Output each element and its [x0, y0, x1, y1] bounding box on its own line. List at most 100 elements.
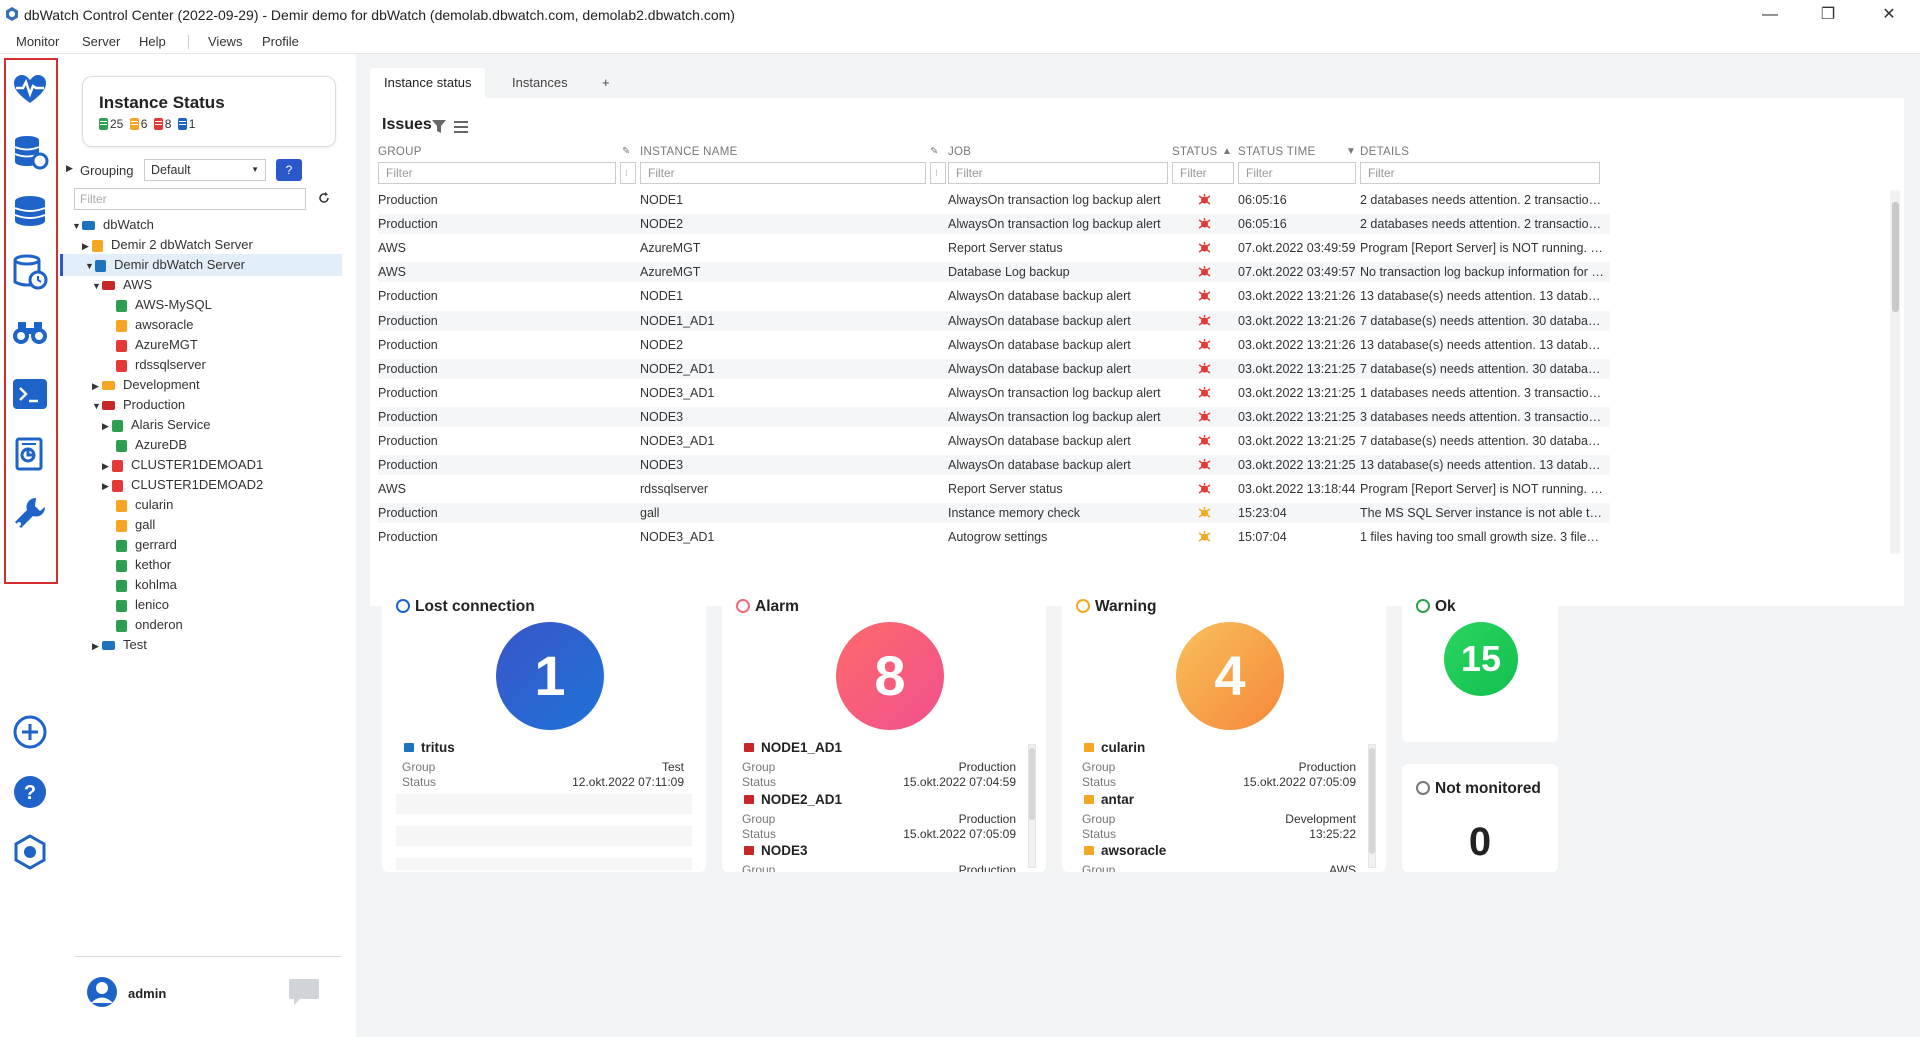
tree-node-development[interactable]: ▶ Development [92, 374, 200, 396]
grouping-expand-icon[interactable]: ▶ [66, 163, 73, 174]
refresh-icon[interactable] [318, 192, 330, 204]
table-row[interactable]: AWS AzureMGT Report Server status 07.okt.20… [378, 238, 1610, 258]
edit-column-icon[interactable]: ✎ [622, 146, 631, 157]
maximize-button[interactable]: ❐ [1813, 4, 1843, 26]
col-header-instance[interactable]: INSTANCE NAME [640, 146, 738, 158]
list-item-name[interactable]: NODE3 [744, 843, 808, 858]
tree-filter-input[interactable]: Filter [74, 188, 306, 210]
add-circle-icon[interactable] [10, 712, 50, 752]
filter-group-input[interactable]: Filter [378, 162, 616, 184]
grouping-select[interactable]: Default ▼ [144, 159, 266, 181]
list-item-name[interactable]: awsoracle [1084, 843, 1166, 858]
terminal-icon[interactable] [10, 374, 50, 414]
tree-node-cluster1demoad1[interactable]: ▶ CLUSTER1DEMOAD1 [102, 454, 263, 476]
tab-instance-status[interactable]: Instance status [370, 68, 486, 98]
list-item-name[interactable]: NODE2_AD1 [744, 792, 842, 807]
filter-funnel-icon[interactable] [432, 120, 446, 134]
warning-card[interactable]: Warning 4 cularin Group Production Status 15… [1062, 582, 1386, 872]
tools-icon[interactable] [10, 494, 50, 534]
tree-node-azuremgt[interactable]: AzureMGT [116, 334, 198, 356]
table-row[interactable]: Production NODE3_AD1 AlwaysOn database bac… [378, 431, 1610, 451]
sort-desc-icon[interactable]: ▼ [1346, 146, 1356, 157]
issues-scrollbar-thumb[interactable] [1892, 202, 1899, 312]
filter-options-icon[interactable]: ⁝ [620, 162, 636, 184]
report-chart-icon[interactable] [10, 434, 50, 474]
filter-time-input[interactable]: Filter [1238, 162, 1356, 184]
tab-add[interactable]: + [588, 68, 624, 98]
edit-column-icon[interactable]: ✎ [930, 146, 939, 157]
tab-instances[interactable]: Instances [498, 68, 582, 98]
tree-node-cluster1demoad2[interactable]: ▶ CLUSTER1DEMOAD2 [102, 474, 263, 496]
menu-profile[interactable]: Profile [262, 34, 299, 49]
filter-options-icon[interactable]: ⁝ [930, 162, 946, 184]
tree-node-production[interactable]: ▼ Production [92, 394, 185, 416]
user-name[interactable]: admin [128, 986, 166, 1001]
col-header-job[interactable]: JOB [948, 146, 971, 158]
instance-status-card[interactable]: Instance Status 25 6 8 1 [82, 76, 336, 147]
menu-help[interactable]: Help [139, 34, 166, 49]
heartbeat-icon[interactable] [10, 70, 50, 110]
tree-node-aws[interactable]: ▼ AWS [92, 274, 152, 296]
tree-node-gall[interactable]: gall [116, 514, 155, 536]
col-header-status-time[interactable]: STATUS TIME [1238, 146, 1315, 158]
table-row[interactable]: Production NODE3 AlwaysOn transaction log … [378, 406, 1610, 427]
list-item-name[interactable]: NODE1_AD1 [744, 740, 842, 755]
tree-node-demir2-server[interactable]: ▶ Demir 2 dbWatch Server [82, 234, 253, 256]
filter-instance-input[interactable]: Filter [640, 162, 926, 184]
menu-server[interactable]: Server [82, 34, 120, 49]
not-monitored-card[interactable]: Not monitored 0 [1402, 764, 1558, 872]
table-row[interactable]: Production NODE2 AlwaysOn database backup … [378, 335, 1610, 355]
tree-node-cularin[interactable]: cularin [116, 494, 173, 516]
table-row[interactable]: AWS AzureMGT Database Log backup 07.okt.202… [378, 262, 1610, 283]
lost-connection-card[interactable]: Lost connection 1 tritus Group Test Stat… [382, 582, 706, 872]
tree-node-alaris-service[interactable]: ▶ Alaris Service [102, 414, 210, 436]
warning-list-scroll-thumb[interactable] [1369, 748, 1375, 854]
sort-asc-icon[interactable]: ▲ [1222, 146, 1232, 157]
filter-details-input[interactable]: Filter [1360, 162, 1600, 184]
menu-views[interactable]: Views [208, 34, 242, 49]
tree-node-lenico[interactable]: lenico [116, 594, 169, 616]
user-avatar-icon[interactable] [86, 976, 118, 1008]
list-item-name[interactable]: tritus [404, 740, 455, 755]
ok-card[interactable]: Ok 15 [1402, 582, 1558, 742]
col-header-details[interactable]: DETAILS [1360, 146, 1409, 158]
close-button[interactable]: ✕ [1874, 4, 1904, 26]
table-row[interactable]: Production NODE1 AlwaysOn transaction log … [378, 190, 1610, 210]
menu-lines-icon[interactable] [454, 120, 468, 134]
database-history-icon[interactable] [10, 252, 50, 292]
chat-icon[interactable] [288, 978, 320, 1006]
table-row[interactable]: Production NODE3 AlwaysOn database backup … [378, 455, 1610, 476]
table-row[interactable]: Production NODE1_AD1 AlwaysOn database bac… [378, 310, 1610, 331]
tree-node-test[interactable]: ▶ Test [92, 634, 147, 656]
tree-node-awsoracle[interactable]: awsoracle [116, 314, 194, 336]
tree-node-rdssqlserver[interactable]: rdssqlserver [116, 354, 206, 376]
dbwatch-logo-icon[interactable] [10, 832, 50, 872]
help-circle-icon[interactable]: ? [10, 772, 50, 812]
tree-node-aws-mysql[interactable]: AWS-MySQL [116, 294, 212, 316]
tree-node-gerrard[interactable]: gerrard [116, 534, 177, 556]
menu-monitor[interactable]: Monitor [16, 34, 59, 49]
tree-node-dbwatch[interactable]: ▼ dbWatch [72, 214, 154, 236]
database-stack-icon[interactable] [10, 192, 50, 232]
tree-node-azuredb[interactable]: AzureDB [116, 434, 187, 456]
list-item-name[interactable]: cularin [1084, 740, 1145, 755]
col-header-group[interactable]: GROUP [378, 146, 422, 158]
tree-node-demir-server[interactable]: ▼ Demir dbWatch Server [60, 254, 342, 276]
table-row[interactable]: AWS rdssqlserver Report Server status 03.ok… [378, 479, 1610, 499]
filter-job-input[interactable]: Filter [948, 162, 1168, 184]
table-row[interactable]: Production NODE2 AlwaysOn transaction log … [378, 214, 1610, 235]
alarm-list-scroll-thumb[interactable] [1029, 748, 1035, 820]
table-row[interactable]: Production gall Instance memory check 15:23… [378, 503, 1610, 524]
tree-node-onderon[interactable]: onderon [116, 614, 183, 636]
col-header-status[interactable]: STATUS [1172, 146, 1217, 158]
filter-status-input[interactable]: Filter [1172, 162, 1234, 184]
alarm-card[interactable]: Alarm 8 NODE1_AD1 Group Production Status 15… [722, 582, 1046, 872]
grouping-help-button[interactable]: ? [276, 159, 302, 181]
table-row[interactable]: Production NODE2_AD1 AlwaysOn database bac… [378, 358, 1610, 379]
table-row[interactable]: Production NODE3_AD1 Autogrow settings 15:0… [378, 527, 1610, 547]
table-row[interactable]: Production NODE3_AD1 AlwaysOn transaction … [378, 383, 1610, 403]
list-item-name[interactable]: antar [1084, 792, 1134, 807]
tree-node-kohlma[interactable]: kohlma [116, 574, 177, 596]
minimize-button[interactable]: — [1755, 4, 1785, 26]
tree-node-kethor[interactable]: kethor [116, 554, 171, 576]
